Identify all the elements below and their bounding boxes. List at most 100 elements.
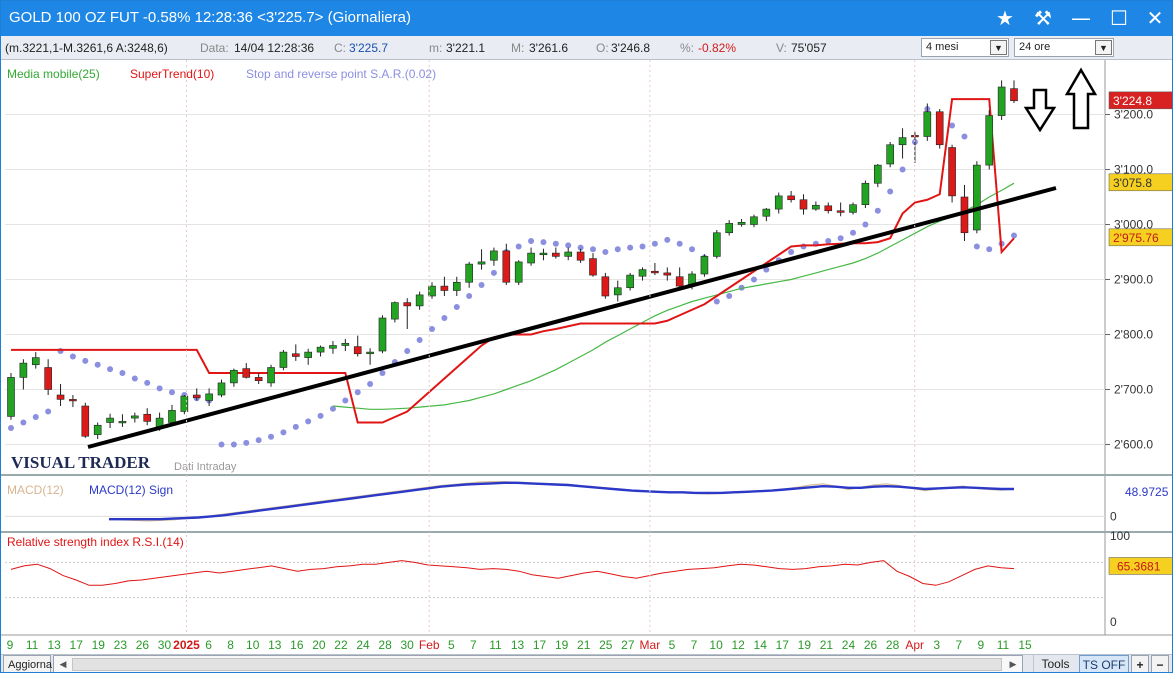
minimize-icon[interactable]: — xyxy=(1067,5,1095,31)
macd-signal-line xyxy=(109,481,1014,521)
open-label: O: xyxy=(596,41,609,55)
candle xyxy=(527,252,535,264)
candle xyxy=(985,115,994,166)
scroll-right-icon[interactable]: ▶ xyxy=(1006,658,1020,671)
candle xyxy=(217,382,226,396)
legend-rsi: Relative strength index R.S.I.(14) xyxy=(7,535,184,549)
chevron-down-icon[interactable]: ▼ xyxy=(1095,40,1112,55)
scroll-thumb[interactable] xyxy=(72,658,1002,671)
ts-off-button[interactable]: TS OFF xyxy=(1079,655,1129,672)
candle xyxy=(490,250,498,261)
sar-point xyxy=(986,246,993,253)
candle xyxy=(267,367,275,384)
sar-point xyxy=(230,441,237,448)
zoom-out-button[interactable]: − xyxy=(1151,655,1169,672)
x-tick-label: 30 xyxy=(400,638,414,652)
close-icon[interactable]: ✕ xyxy=(1141,5,1169,31)
x-tick-label: 28 xyxy=(378,638,392,652)
x-tick-label: 2025 xyxy=(173,638,200,652)
title-bar[interactable]: GOLD 100 OZ FUT -0.58% 12:28:36 <3'225.7… xyxy=(1,1,1172,36)
candle xyxy=(675,276,684,287)
refresh-button[interactable]: Aggiorna xyxy=(3,655,52,672)
legend-sar: Stop and reverse point S.A.R.(0.02) xyxy=(246,67,436,81)
sar-point xyxy=(478,282,485,288)
ma-price-label: 3'075.8 xyxy=(1113,176,1152,190)
min-value: 3'221.1 xyxy=(446,41,485,55)
macd-value-label: 48.9725 xyxy=(1125,485,1169,499)
sar-point xyxy=(429,326,436,332)
x-tick-label: 6 xyxy=(205,638,212,652)
sar-point xyxy=(168,389,175,396)
x-tick-label: 5 xyxy=(448,638,455,652)
candle xyxy=(205,393,213,401)
sar-point xyxy=(862,221,869,228)
star-icon[interactable]: ★ xyxy=(991,5,1019,31)
x-tick-label: 7 xyxy=(691,638,698,652)
sar-point xyxy=(453,304,460,310)
tools-button[interactable]: Tools xyxy=(1033,655,1077,672)
sar-point xyxy=(825,238,832,244)
price-tick-label: 2'800.0 xyxy=(1114,328,1153,342)
horizontal-scrollbar[interactable]: ◀ ▶ xyxy=(53,655,1023,672)
candle xyxy=(254,377,263,381)
chevron-down-icon[interactable]: ▼ xyxy=(990,40,1007,55)
timeframe-select-value: 24 ore xyxy=(1019,41,1051,53)
sar-point xyxy=(317,412,324,419)
bottom-toolbar: Aggiorna ◀ ▶ Tools TS OFF + − xyxy=(1,654,1172,672)
tools-icon[interactable]: ⚒ xyxy=(1029,5,1057,31)
sar-point xyxy=(218,441,225,448)
candle xyxy=(589,258,597,276)
x-tick-label: 12 xyxy=(731,638,745,652)
timeframe-select[interactable]: 24 ore ▼ xyxy=(1014,38,1114,57)
x-tick-label: 20 xyxy=(312,638,326,652)
x-tick-label: 15 xyxy=(1018,638,1032,652)
candle xyxy=(812,204,820,210)
x-tick-label: 13 xyxy=(268,638,282,652)
candle xyxy=(230,369,238,384)
sar-point xyxy=(367,381,374,387)
range-summary: (m.3221,1-M.3261,6 A:3248,6) xyxy=(5,41,168,55)
candle xyxy=(638,269,647,277)
pct-label: %: xyxy=(680,41,695,55)
candle xyxy=(737,222,746,225)
candle xyxy=(81,405,90,437)
candle xyxy=(725,223,733,234)
candle xyxy=(861,182,870,206)
sar-point xyxy=(565,242,572,249)
candle xyxy=(168,410,176,423)
open-value: 3'246.8 xyxy=(611,41,650,55)
scroll-left-icon[interactable]: ◀ xyxy=(56,658,70,671)
x-tick-label: 27 xyxy=(621,638,635,652)
x-tick-label: 9 xyxy=(978,638,985,652)
sar-point xyxy=(528,238,535,244)
candle xyxy=(192,394,201,399)
candle xyxy=(440,285,449,291)
rsi-tick-label: 0 xyxy=(1110,615,1117,629)
zoom-in-button[interactable]: + xyxy=(1131,655,1149,672)
price-tick-label: 2'900.0 xyxy=(1114,273,1153,287)
candle xyxy=(923,111,932,137)
candle xyxy=(391,302,399,320)
candle xyxy=(19,362,28,378)
candle xyxy=(849,204,857,213)
candle xyxy=(180,395,189,412)
period-select[interactable]: 4 mesi ▼ xyxy=(921,38,1009,57)
sar-point xyxy=(243,439,250,446)
max-label: M: xyxy=(511,41,525,55)
x-tick-label: 19 xyxy=(555,638,569,652)
x-tick-label: 7 xyxy=(955,638,962,652)
sar-point xyxy=(416,337,423,343)
candle xyxy=(564,251,573,257)
x-tick-label: 30 xyxy=(158,638,172,652)
x-tick-label: 3 xyxy=(933,638,940,652)
sar-point xyxy=(82,357,89,364)
maximize-icon[interactable]: ☐ xyxy=(1105,5,1133,31)
chart-area[interactable]: 2'600.02'700.02'800.02'900.03'000.03'100… xyxy=(1,60,1173,654)
sar-point xyxy=(144,379,151,386)
candle xyxy=(836,210,845,213)
sar-point xyxy=(552,240,559,247)
sar-point xyxy=(268,433,275,440)
max-value: 3'261.6 xyxy=(529,41,568,55)
rsi-line xyxy=(10,560,1015,586)
candle xyxy=(44,367,52,390)
